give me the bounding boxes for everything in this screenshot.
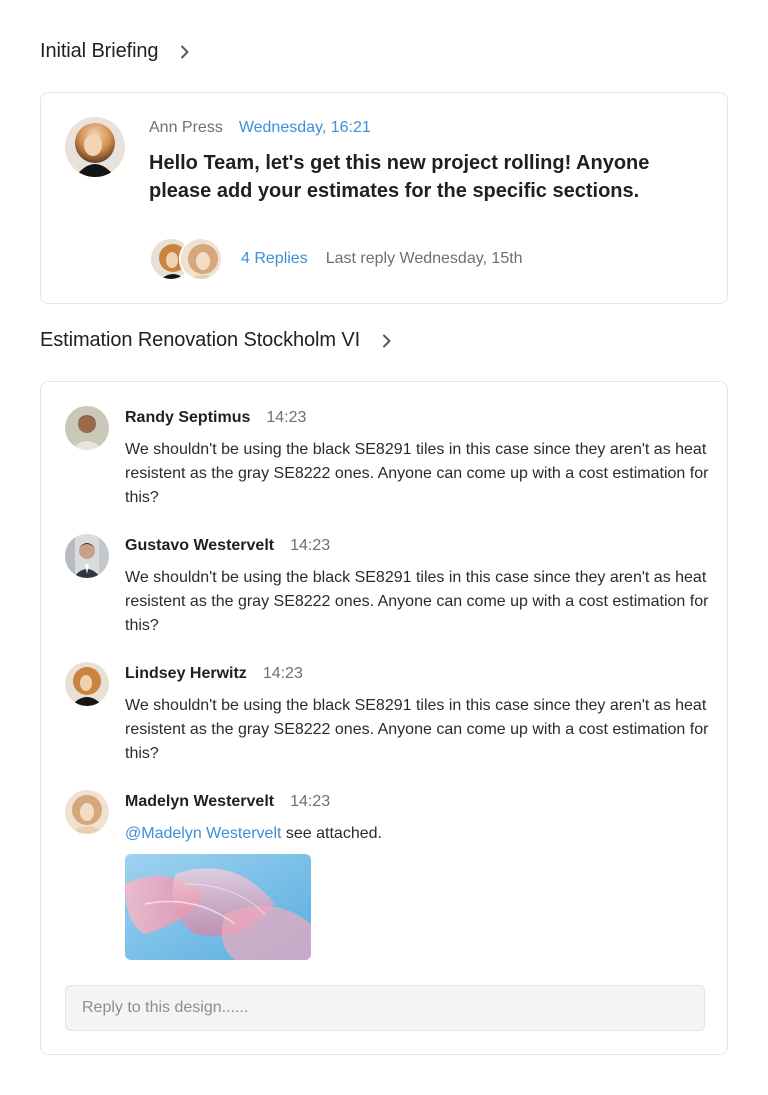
thread-title: Estimation Renovation Stockholm VI [40, 329, 361, 351]
timestamp: Wednesday, 16:21 [238, 119, 371, 136]
avatar [179, 237, 223, 281]
comment-time: 14:23 [262, 665, 303, 682]
comment-time: 14:23 [290, 793, 331, 810]
avatar[interactable] [65, 662, 109, 706]
thread-header[interactable]: Estimation Renovation Stockholm VI [40, 329, 392, 352]
mention-link[interactable]: @Madelyn Westervelt [125, 825, 281, 842]
comment: Madelyn Westervelt 14:23 @Madelyn Wester… [65, 790, 705, 960]
comment-author[interactable]: Randy Septimus [125, 406, 250, 430]
chevron-right-icon[interactable] [180, 45, 190, 59]
avatar[interactable] [65, 406, 109, 450]
avatar[interactable] [65, 534, 109, 578]
replies-row[interactable]: 4 Replies Last reply Wednesday, 15th [149, 237, 523, 281]
avatar[interactable] [65, 117, 125, 177]
comment: Lindsey Herwitz 14:23 We shouldn't be us… [65, 662, 708, 766]
comment-text: We shouldn't be using the black SE8291 t… [125, 569, 709, 634]
comment-author[interactable]: Lindsey Herwitz [125, 662, 247, 686]
avatar[interactable] [65, 790, 109, 834]
comment-text: @Madelyn Westervelt see attached. [125, 822, 709, 846]
comment-text-rest: see attached. [281, 825, 382, 842]
thread-card: Randy Septimus 14:23 We shouldn't be usi… [40, 381, 728, 1055]
comment-author[interactable]: Madelyn Westervelt [125, 790, 274, 814]
briefing-header[interactable]: Initial Briefing [40, 40, 190, 63]
briefing-title: Initial Briefing [40, 40, 159, 62]
comment-author[interactable]: Gustavo Westervelt [125, 534, 274, 558]
reply-input-wrapper[interactable] [65, 985, 705, 1031]
comment-text: We shouldn't be using the black SE8291 t… [125, 441, 709, 506]
comment: Gustavo Westervelt 14:23 We shouldn't be… [65, 534, 708, 638]
reply-avatars [149, 237, 225, 281]
comment: Randy Septimus 14:23 We shouldn't be usi… [65, 406, 708, 510]
attachment-image[interactable] [125, 854, 311, 960]
briefing-card: Ann Press Wednesday, 16:21 Hello Team, l… [40, 92, 728, 304]
replies-link[interactable]: 4 Replies [241, 250, 308, 268]
last-reply-text: Last reply Wednesday, 15th [325, 250, 523, 267]
comment-text: We shouldn't be using the black SE8291 t… [125, 697, 709, 762]
briefing-message: Hello Team, let's get this new project r… [149, 152, 650, 202]
author-name[interactable]: Ann Press [149, 119, 223, 137]
comment-time: 14:23 [290, 537, 331, 554]
chevron-right-icon[interactable] [382, 334, 392, 348]
comment-time: 14:23 [266, 409, 307, 426]
reply-input[interactable] [82, 999, 688, 1017]
